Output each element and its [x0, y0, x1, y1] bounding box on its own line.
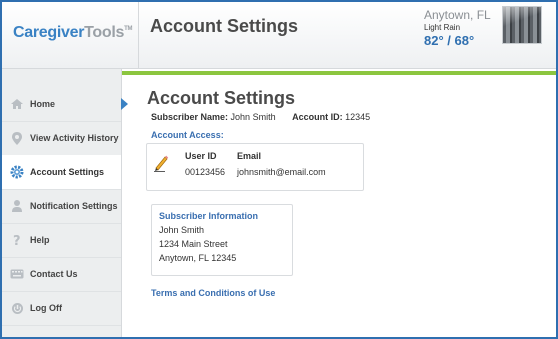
weather-city: Anytown, FL: [424, 8, 491, 22]
email-value: johnsmith@email.com: [237, 167, 326, 177]
sidebar-item-help[interactable]: ? Help: [2, 223, 121, 258]
subscriber-address: John Smith 1234 Main Street Anytown, FL …: [159, 223, 236, 265]
weather-widget: Anytown, FL Light Rain 82° / 68°: [424, 8, 491, 48]
subscriber-info-line: John Smith: [159, 225, 205, 235]
logo-area: CaregiverToolsTM: [2, 2, 139, 68]
subscriber-name-label: Subscriber Name:: [151, 112, 229, 122]
sidebar-item-log-off[interactable]: Log Off: [2, 291, 121, 326]
accent-bar: [122, 71, 556, 75]
pencil-edit-icon[interactable]: [153, 154, 169, 177]
svg-text:?: ?: [13, 234, 21, 247]
sidebar-item-label: Notification Settings: [30, 201, 118, 211]
logo-text-tools: Tools: [84, 24, 125, 41]
terms-and-conditions-link[interactable]: Terms and Conditions of Use: [151, 288, 275, 298]
logo-text-caregiver: Caregiver: [13, 24, 85, 41]
weather-condition: Light Rain: [424, 23, 461, 32]
sidebar-item-label: Contact Us: [30, 269, 78, 279]
subscriber-info-line: 1234 Main Street: [159, 239, 228, 249]
account-id-label: Account ID:: [292, 112, 343, 122]
sidebar-item-contact-us[interactable]: Contact Us: [2, 257, 121, 292]
weather-photo: [502, 6, 542, 44]
weather-temperatures: 82° / 68°: [424, 33, 475, 48]
power-icon: [6, 302, 28, 315]
subscriber-info-line: Anytown, FL 12345: [159, 253, 237, 263]
sidebar-item-label: Log Off: [30, 303, 62, 313]
sidebar-item-label: Help: [30, 235, 50, 245]
home-icon: [6, 98, 28, 110]
account-access-card: User ID Email 00123456 johnsmith@email.c…: [146, 143, 364, 191]
caregivertools-logo[interactable]: CaregiverToolsTM: [13, 24, 132, 42]
app-window: CaregiverToolsTM Account Settings Anytow…: [0, 0, 558, 339]
header: CaregiverToolsTM Account Settings Anytow…: [2, 2, 556, 69]
logo-trademark: TM: [124, 26, 133, 32]
active-item-arrow-icon: [121, 98, 128, 110]
sidebar-item-account-settings[interactable]: Account Settings: [2, 155, 121, 190]
email-header: Email: [237, 151, 262, 161]
sidebar: Home View Activity History Account Setti…: [2, 69, 122, 337]
page-title: Account Settings: [147, 88, 296, 108]
account-access-heading: Account Access:: [151, 130, 224, 140]
sidebar-item-notification-settings[interactable]: Notification Settings: [2, 189, 121, 224]
sidebar-item-home[interactable]: Home: [2, 87, 121, 122]
sidebar-item-label: View Activity History: [30, 133, 119, 143]
header-title: Account Settings: [150, 16, 299, 36]
gear-icon: [6, 165, 28, 179]
user-id-value: 00123456: [185, 167, 226, 177]
sidebar-item-label: Home: [30, 99, 56, 109]
subscriber-name-value: John Smith: [230, 112, 276, 122]
subscriber-information-title: Subscriber Information: [159, 211, 259, 221]
keyboard-icon: [6, 269, 28, 279]
person-icon: [6, 199, 28, 213]
sidebar-item-view-activity-history[interactable]: View Activity History: [2, 121, 121, 156]
question-icon: ?: [6, 233, 28, 247]
sidebar-item-label: Account Settings: [30, 167, 105, 177]
account-id-value: 12345: [345, 112, 371, 122]
map-pin-icon: [6, 131, 28, 146]
subscriber-information-card: Subscriber Information John Smith 1234 M…: [151, 204, 293, 276]
subscriber-summary: Subscriber Name: John Smith Account ID: …: [151, 112, 370, 122]
user-id-header: User ID: [185, 151, 217, 161]
